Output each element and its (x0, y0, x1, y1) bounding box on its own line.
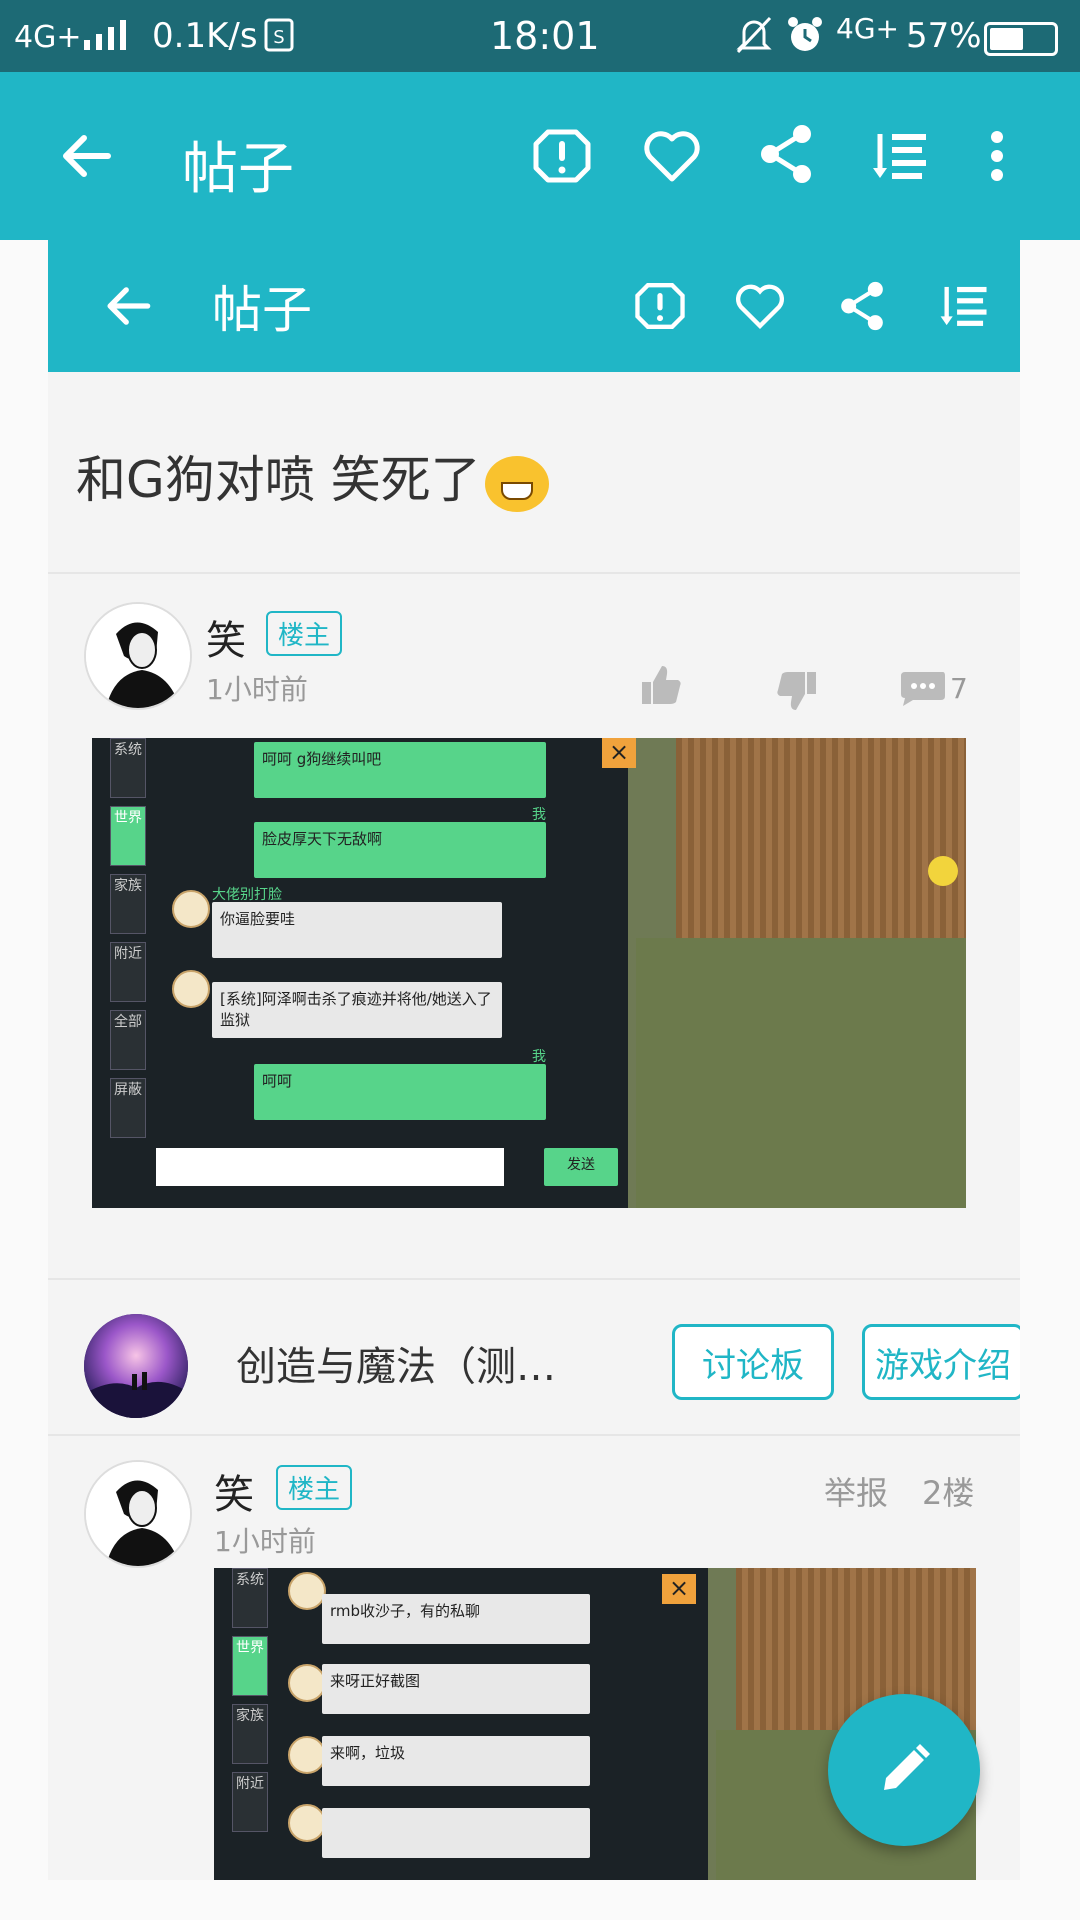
network-type-2: 4G+ (836, 12, 899, 45)
chat-avatar (172, 970, 210, 1008)
chat-bubble: 呵呵 (254, 1064, 546, 1120)
inner-back-arrow-icon (98, 278, 158, 334)
favorite-heart-icon[interactable] (638, 124, 706, 188)
inner-sort-icon (936, 278, 992, 334)
laughing-emoji-icon (484, 455, 549, 512)
me-label: 我 (532, 1049, 546, 1065)
divider (48, 572, 1020, 574)
game-wall (676, 738, 966, 938)
comment-icon[interactable] (898, 668, 948, 708)
author-avatar[interactable] (84, 602, 192, 710)
chat-tab: 全部 (110, 1010, 146, 1070)
report-link[interactable]: 举报 (824, 1468, 888, 1514)
chat-tab: 附近 (232, 1772, 268, 1832)
inner-report-icon (632, 278, 688, 334)
chat-bubble: 呵呵 g狗继续叫吧 (254, 742, 546, 798)
comment-count: 7 (950, 672, 968, 705)
chat-tab: 家族 (232, 1704, 268, 1764)
chat-bubble: 你逼脸要哇 (212, 902, 502, 958)
chat-input (156, 1148, 504, 1186)
chat-avatar (172, 890, 210, 928)
author-name[interactable]: 笑 (206, 608, 246, 666)
chat-avatar (288, 1804, 326, 1842)
mute-icon (736, 16, 772, 63)
chat-close-icon: × (602, 738, 636, 768)
app-bar: 帖子 (0, 72, 1080, 240)
sim-icon: S (264, 18, 294, 61)
author-avatar[interactable] (84, 1460, 192, 1568)
game-icon[interactable] (84, 1314, 188, 1418)
clock: 18:01 (490, 14, 600, 58)
inner-page-title: 帖子 (212, 281, 312, 339)
pencil-icon (884, 1744, 930, 1790)
chat-bubble: 来啊，垃圾 (322, 1736, 590, 1786)
forum-button[interactable]: 讨论板 (672, 1324, 834, 1400)
post-image[interactable]: 系统 世界 家族 附近 全部 屏蔽 呵呵 g狗继续叫吧 我 脸皮厚天下无敌啊 大… (92, 738, 966, 1208)
inner-heart-icon (732, 280, 788, 332)
chat-send-button: 发送 (544, 1148, 618, 1186)
network-type: 4G+ (14, 20, 82, 55)
post-title: 和G狗对喷 笑死了 (76, 440, 549, 512)
share-icon[interactable] (752, 120, 820, 188)
alarm-icon (786, 16, 824, 63)
inner-app-bar: 帖子 (48, 240, 1020, 372)
back-arrow-icon[interactable] (54, 124, 118, 188)
chat-tab: 系统 (110, 738, 146, 798)
chat-tab: 世界 (232, 1636, 268, 1696)
floor-number: 2楼 (922, 1474, 975, 1512)
divider (48, 1434, 1020, 1436)
game-name[interactable]: 创造与魔法（测… (236, 1334, 556, 1392)
post-time: 1小时前 (214, 1525, 316, 1558)
op-badge: 楼主 (276, 1465, 353, 1510)
network-speed: 0.1K/s (152, 16, 258, 56)
battery-percent: 57% (906, 16, 982, 56)
post-content-frame: 帖子 和G狗对喷 笑死了 笑 楼主 1小时前 7 系统 世界 家族 附近 全部 … (48, 240, 1020, 1880)
chat-avatar (288, 1736, 326, 1774)
compose-button[interactable] (828, 1694, 980, 1846)
post-title-text: 和G狗对喷 笑死了 (76, 451, 481, 509)
chat-bubble: 脸皮厚天下无敌啊 (254, 822, 546, 878)
me-label: 我 (532, 807, 546, 823)
chat-tab: 系统 (232, 1568, 268, 1628)
more-menu-icon[interactable] (982, 124, 1012, 188)
op-badge: 楼主 (266, 611, 343, 656)
chat-tabs: 系统 世界 家族 附近 全部 屏蔽 (110, 738, 146, 1208)
sort-list-icon[interactable] (866, 124, 934, 188)
chat-tab: 世界 (110, 806, 146, 866)
chat-bubble: 来呀正好截图 (322, 1664, 590, 1714)
chat-avatar (288, 1664, 326, 1702)
game-ground (636, 938, 966, 1208)
page-title: 帖子 (182, 137, 294, 202)
divider (48, 1278, 1020, 1280)
game-emoji-icon (928, 856, 958, 886)
svg-text:S: S (273, 27, 284, 48)
thumbs-up-icon[interactable] (638, 662, 684, 708)
chat-avatar (288, 1572, 326, 1610)
chat-tab: 家族 (110, 874, 146, 934)
signal-icon (82, 18, 130, 61)
thumbs-down-icon[interactable] (774, 668, 820, 714)
chat-sender: 大佬别打脸 (212, 887, 282, 903)
chat-tab: 屏蔽 (110, 1078, 146, 1138)
chat-panel (92, 738, 628, 1208)
chat-tabs: 系统 世界 家族 附近 (232, 1568, 268, 1880)
game-intro-button[interactable]: 游戏介绍 (862, 1324, 1020, 1400)
status-bar: 4G+ 0.1K/s S 18:01 4G+ 57% (0, 0, 1080, 72)
chat-bubble: rmb收沙子，有的私聊 (322, 1594, 590, 1644)
post-time: 1小时前 (206, 673, 308, 706)
inner-share-icon (834, 276, 890, 336)
battery-icon (984, 22, 1058, 56)
chat-bubble: [系统]阿泽啊击杀了痕迹并将他/她送入了监狱 (212, 982, 502, 1038)
chat-bubble (322, 1808, 590, 1858)
chat-close-icon: × (662, 1574, 696, 1604)
chat-tab: 附近 (110, 942, 146, 1002)
author-name[interactable]: 笑 (214, 1462, 254, 1520)
report-icon[interactable] (528, 122, 596, 190)
